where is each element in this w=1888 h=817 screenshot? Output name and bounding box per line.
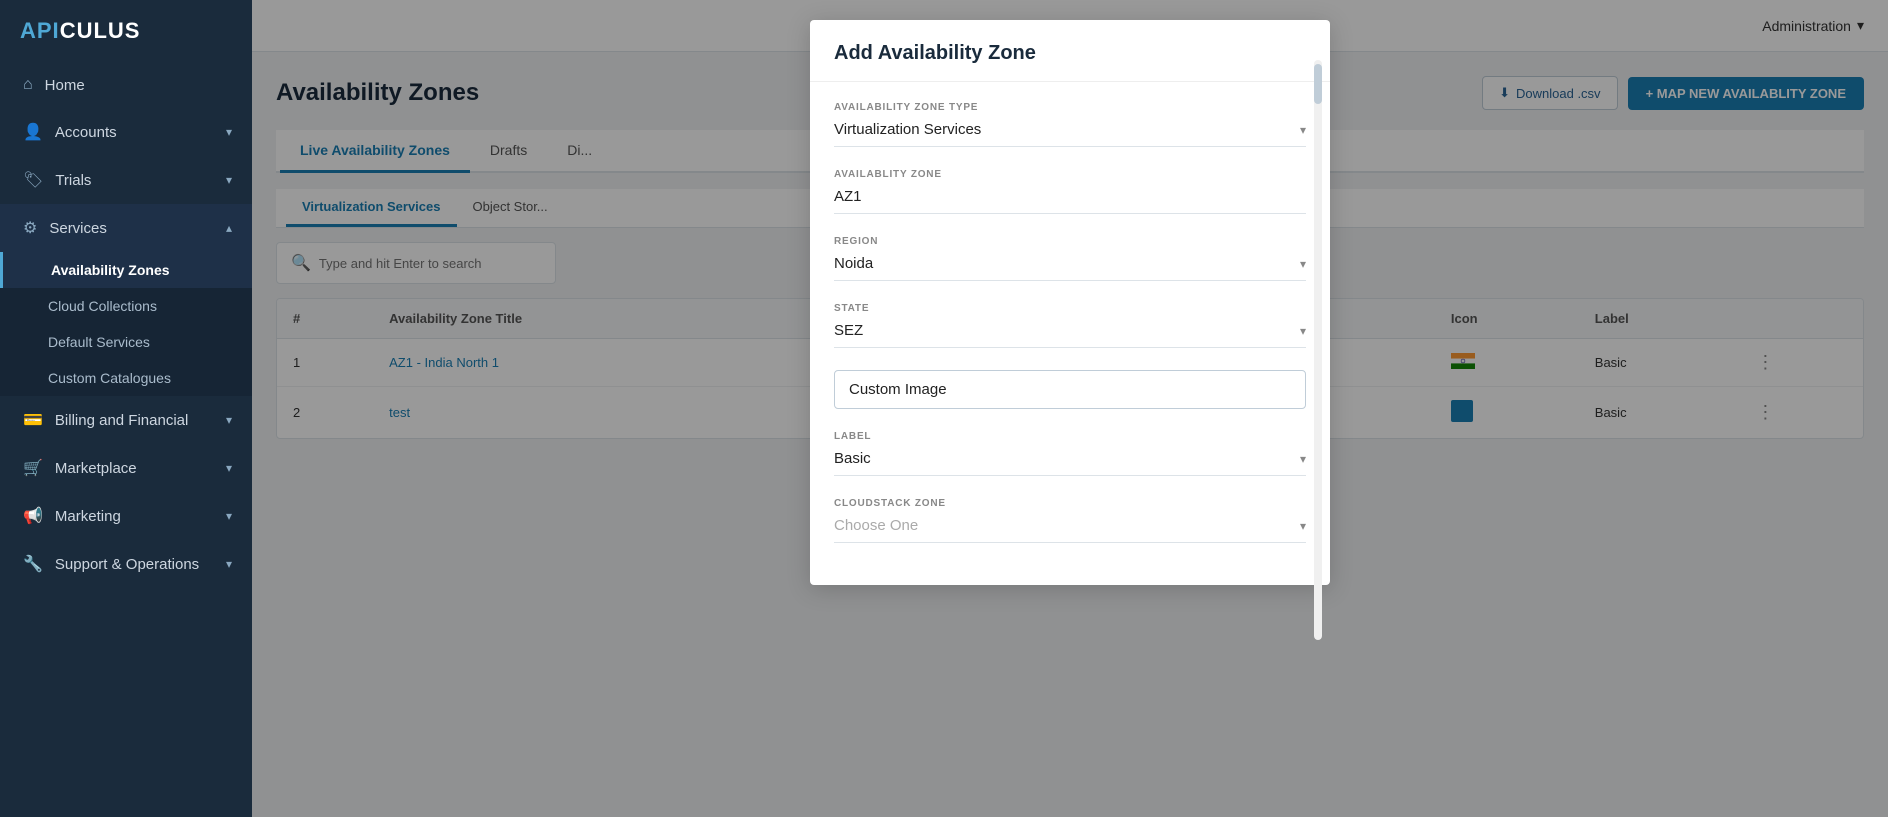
sidebar-item-services-label: Services	[49, 220, 107, 237]
cloudstack-zone-field: CLOUDSTACK ZONE Choose One ▾	[834, 498, 1306, 543]
chevron-down-icon: ▾	[1300, 452, 1306, 466]
state-dropdown[interactable]: SEZ ▾	[834, 318, 1306, 348]
custom-catalogues-label: Custom Catalogues	[48, 370, 171, 386]
cloudstack-placeholder: Choose One	[834, 517, 918, 534]
label-value: Basic	[834, 450, 871, 467]
region-field: REGION Noida ▾	[834, 236, 1306, 281]
region-label: REGION	[834, 236, 1306, 247]
custom-image-input[interactable]	[834, 370, 1306, 409]
label-dropdown[interactable]: Basic ▾	[834, 446, 1306, 476]
trials-icon: 🏷	[23, 170, 43, 190]
sidebar-sub-availability-zones[interactable]: Availability Zones	[0, 252, 252, 288]
modal-body: AVAILABILITY ZONE TYPE Virtualization Se…	[810, 82, 1330, 585]
sidebar-item-services[interactable]: ⚙ Services ▴	[0, 204, 252, 252]
sidebar-sub-custom-catalogues[interactable]: Custom Catalogues	[0, 360, 252, 396]
chevron-down-icon: ▾	[1300, 257, 1306, 271]
sidebar-item-accounts[interactable]: 👤 Accounts ▾	[0, 108, 252, 156]
chevron-down-icon: ▾	[226, 413, 232, 427]
chevron-down-icon: ▾	[1300, 519, 1306, 533]
custom-image-field	[834, 370, 1306, 409]
availability-zones-label: Availability Zones	[51, 262, 170, 278]
chevron-down-icon: ▾	[226, 125, 232, 139]
chevron-down-icon: ▾	[1300, 123, 1306, 137]
chevron-down-icon: ▾	[226, 509, 232, 523]
home-icon: ⌂	[23, 76, 33, 94]
az-type-label: AVAILABILITY ZONE TYPE	[834, 102, 1306, 113]
chevron-up-icon: ▴	[226, 221, 232, 235]
marketing-icon: 📢	[23, 506, 43, 526]
sidebar-sub-cloud-collections[interactable]: Cloud Collections	[0, 288, 252, 324]
sidebar-item-marketing-label: Marketing	[55, 508, 121, 525]
billing-icon: 💳	[23, 410, 43, 430]
sidebar-sub-default-services[interactable]: Default Services	[0, 324, 252, 360]
marketplace-icon: 🛒	[23, 458, 43, 478]
default-services-label: Default Services	[48, 334, 150, 350]
sidebar-item-marketplace[interactable]: 🛒 Marketplace ▾	[0, 444, 252, 492]
services-icon: ⚙	[23, 218, 37, 238]
logo-text: APICULUS	[20, 18, 140, 43]
region-dropdown[interactable]: Noida ▾	[834, 251, 1306, 281]
label-field: LABEL Basic ▾	[834, 431, 1306, 476]
az-type-field: AVAILABILITY ZONE TYPE Virtualization Se…	[834, 102, 1306, 147]
state-field: STATE SEZ ▾	[834, 303, 1306, 348]
az-type-value: Virtualization Services	[834, 121, 981, 138]
modal-overlay: Add Availability Zone AVAILABILITY ZONE …	[252, 0, 1888, 817]
sidebar-item-trials[interactable]: 🏷 Trials ▾	[0, 156, 252, 204]
az-type-dropdown[interactable]: Virtualization Services ▾	[834, 117, 1306, 147]
region-value: Noida	[834, 255, 873, 272]
sidebar-item-accounts-label: Accounts	[55, 124, 117, 141]
az-zone-field: AVAILABLITY ZONE AZ1	[834, 169, 1306, 214]
logo: APICULUS	[0, 0, 252, 62]
sidebar-item-trials-label: Trials	[55, 172, 91, 189]
sidebar-item-home[interactable]: ⌂ Home	[0, 62, 252, 108]
label-label: LABEL	[834, 431, 1306, 442]
modal-scrollbar	[1314, 60, 1322, 640]
sidebar-item-marketing[interactable]: 📢 Marketing ▾	[0, 492, 252, 540]
cloudstack-label: CLOUDSTACK ZONE	[834, 498, 1306, 509]
cloud-collections-label: Cloud Collections	[48, 298, 157, 314]
modal-header: Add Availability Zone	[810, 20, 1330, 82]
state-value: SEZ	[834, 322, 863, 339]
accounts-icon: 👤	[23, 122, 43, 142]
add-availability-zone-modal: Add Availability Zone AVAILABILITY ZONE …	[810, 20, 1330, 585]
sidebar: APICULUS ⌂ Home 👤 Accounts ▾ 🏷 Trials ▾ …	[0, 0, 252, 817]
chevron-down-icon: ▾	[226, 173, 232, 187]
cloudstack-dropdown[interactable]: Choose One ▾	[834, 513, 1306, 543]
az-zone-label: AVAILABLITY ZONE	[834, 169, 1306, 180]
sidebar-item-marketplace-label: Marketplace	[55, 460, 137, 477]
sidebar-item-support[interactable]: 🔧 Support & Operations ▾	[0, 540, 252, 588]
sidebar-item-billing-label: Billing and Financial	[55, 412, 188, 429]
sidebar-item-billing[interactable]: 💳 Billing and Financial ▾	[0, 396, 252, 444]
main-content: Administration ▾ Availability Zones ⬇ Do…	[252, 0, 1888, 817]
az-zone-value-container: AZ1	[834, 184, 1306, 214]
chevron-down-icon: ▾	[226, 557, 232, 571]
chevron-down-icon: ▾	[1300, 324, 1306, 338]
modal-scroll-thumb	[1314, 64, 1322, 104]
state-label: STATE	[834, 303, 1306, 314]
support-icon: 🔧	[23, 554, 43, 574]
modal-title: Add Availability Zone	[834, 42, 1306, 65]
sidebar-item-support-label: Support & Operations	[55, 556, 199, 573]
az-zone-value: AZ1	[834, 188, 862, 205]
chevron-down-icon: ▾	[226, 461, 232, 475]
sidebar-item-home-label: Home	[45, 77, 85, 94]
